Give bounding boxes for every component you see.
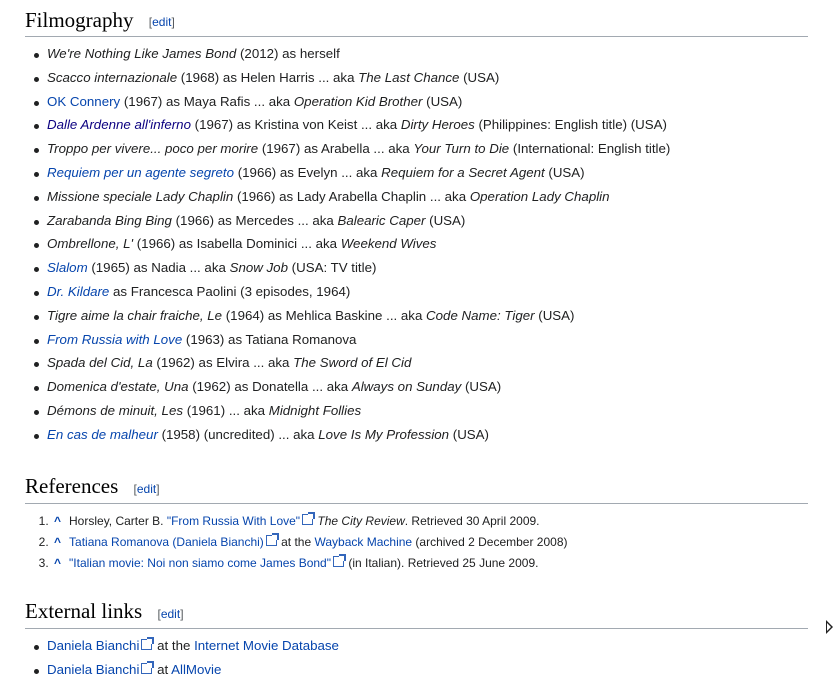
film-link[interactable]: From Russia with Love	[47, 332, 182, 347]
film-title: Démons de minuit, Les	[47, 402, 183, 418]
reference-item: ^ "Italian movie: Noi non siamo come Jame…	[52, 553, 808, 575]
film-title: Tigre aime la chair fraiche, Le	[47, 307, 223, 323]
list-item: Domenica d'estate, Una (1962) as Donatel…	[25, 376, 808, 400]
edit-section-link[interactable]: [edit]	[157, 607, 183, 621]
reference-link[interactable]: Tatiana Romanova (Daniela Bianchi)	[69, 535, 264, 549]
article-content: Filmography [edit] We're Nothing Like Ja…	[25, 0, 808, 683]
references-list: ^Horsley, Carter B. "From Russia With Lo…	[25, 511, 808, 575]
film-title: Domenica d'estate, Una	[47, 379, 189, 395]
list-item: Requiem per un agente segreto (1966) as …	[25, 162, 808, 186]
backlink-caret[interactable]: ^	[54, 514, 61, 528]
external-link-icon	[302, 511, 316, 525]
reference-item: ^Tatiana Romanova (Daniela Bianchi) at t…	[52, 532, 808, 554]
mouse-cursor-icon	[826, 620, 833, 634]
list-item: En cas de malheur (1958) (uncredited) ..…	[25, 424, 808, 448]
list-item: OK Connery (1967) as Maya Rafis ... aka …	[25, 91, 808, 115]
backlink-caret[interactable]: ^	[54, 535, 61, 549]
list-item: Troppo per vivere... poco per morire (19…	[25, 138, 808, 162]
reference-link[interactable]: "Italian movie: Noi non siamo come James…	[69, 556, 331, 570]
external-link-icon	[265, 532, 279, 546]
film-title: Spada del Cid, La	[47, 355, 153, 371]
film-link[interactable]: Dr. Kildare	[47, 284, 109, 299]
list-item: Dr. Kildare as Francesca Paolini (3 epis…	[25, 281, 808, 305]
filmography-heading: Filmography [edit]	[25, 0, 808, 37]
list-item: From Russia with Love (1963) as Tatiana …	[25, 329, 808, 353]
list-item: Slalom (1965) as Nadia ... aka Snow Job …	[25, 257, 808, 281]
external-links-heading: External links [edit]	[25, 592, 808, 629]
external-links-list: Daniela Bianchi at the Internet Movie Da…	[25, 635, 808, 683]
film-title: We're Nothing Like James Bond	[47, 46, 237, 61]
edit-section-link[interactable]: [edit]	[149, 15, 175, 29]
reference-link[interactable]: "From Russia With Love"	[167, 514, 300, 528]
list-item: Spada del Cid, La (1962) as Elvira ... a…	[25, 352, 808, 376]
list-item: Daniela Bianchi at AllMovie	[25, 659, 808, 683]
list-item: We're Nothing Like James Bond (2012) as …	[25, 43, 808, 67]
external-link[interactable]: Daniela Bianchi	[47, 638, 139, 653]
external-link-icon	[141, 660, 155, 674]
wayback-link[interactable]: Wayback Machine	[315, 535, 413, 549]
film-title: Zarabanda Bing Bing	[47, 212, 172, 228]
reference-item: ^Horsley, Carter B. "From Russia With Lo…	[52, 511, 808, 533]
film-title: Ombrellone, L'	[47, 236, 134, 252]
film-link[interactable]: Dalle Ardenne all'inferno	[47, 117, 191, 132]
external-link-icon	[333, 553, 346, 567]
filmography-list: We're Nothing Like James Bond (2012) as …	[25, 43, 808, 448]
list-item: Démons de minuit, Les (1961) ... aka Mid…	[25, 400, 808, 424]
film-link[interactable]: En cas de malheur	[47, 427, 158, 442]
section-title: Filmography	[25, 7, 134, 32]
film-link[interactable]: Slalom	[47, 260, 88, 275]
film-title: Missione speciale Lady Chaplin	[47, 188, 234, 204]
section-title: References	[25, 474, 119, 499]
film-link[interactable]: Requiem per un agente segreto	[47, 165, 234, 180]
site-link[interactable]: Internet Movie Database	[194, 638, 339, 653]
list-item: Zarabanda Bing Bing (1966) as Mercedes .…	[25, 210, 808, 234]
edit-section-link[interactable]: [edit]	[134, 482, 160, 496]
site-link[interactable]: AllMovie	[171, 662, 221, 677]
film-title: Scacco internazionale	[47, 69, 178, 85]
list-item: Ombrellone, L' (1966) as Isabella Domini…	[25, 233, 808, 257]
external-link-icon	[141, 636, 155, 650]
list-item: Daniela Bianchi at the Internet Movie Da…	[25, 635, 808, 659]
film-link[interactable]: OK Connery	[47, 94, 120, 109]
external-link[interactable]: Daniela Bianchi	[47, 662, 139, 677]
film-title: Troppo per vivere... poco per morire	[47, 141, 259, 157]
list-item: Scacco internazionale (1968) as Helen Ha…	[25, 67, 808, 91]
list-item: Tigre aime la chair fraiche, Le (1964) a…	[25, 305, 808, 329]
section-title: External links	[25, 599, 143, 624]
list-item: Missione speciale Lady Chaplin (1966) as…	[25, 186, 808, 210]
list-item: Dalle Ardenne all'inferno (1967) as Kris…	[25, 114, 808, 138]
backlink-caret[interactable]: ^	[54, 556, 61, 570]
references-heading: References [edit]	[25, 467, 808, 504]
